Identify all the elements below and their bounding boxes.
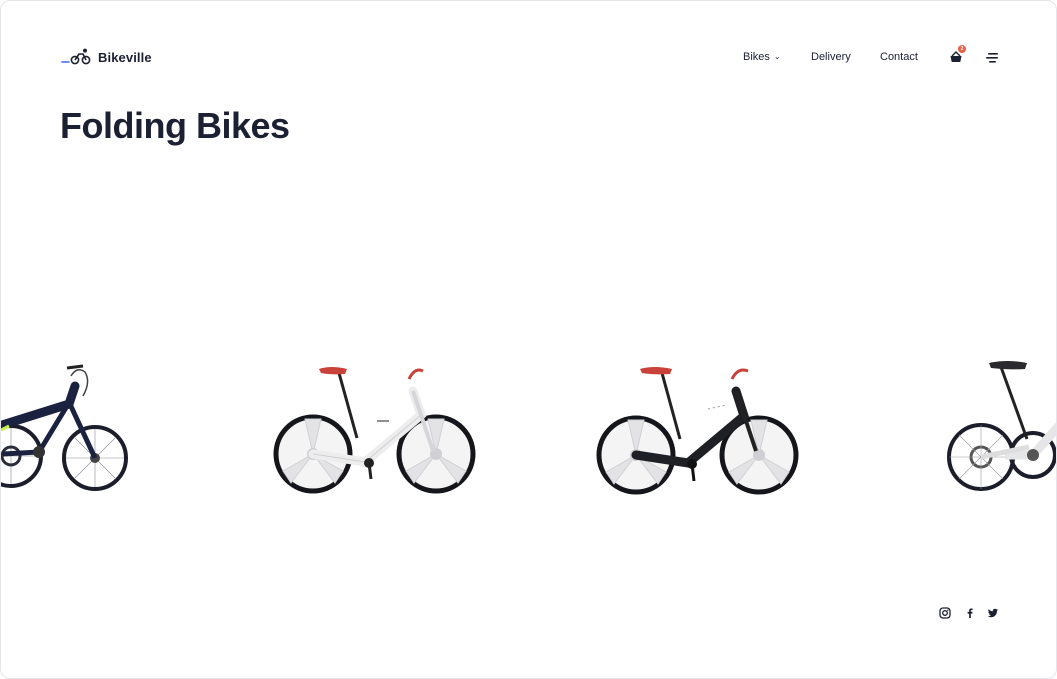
bike-image (273, 367, 476, 494)
instagram-icon (939, 607, 951, 619)
menu-button[interactable] (986, 51, 1000, 63)
bike-card-2[interactable] (273, 363, 479, 497)
cart-button[interactable]: 2 (949, 45, 966, 64)
bike-card-3[interactable] (596, 363, 802, 497)
nav-item-label: Bikes (743, 51, 770, 63)
cart-badge: 2 (958, 45, 966, 53)
page-frame: Bikeville Bikes ⌄ Delivery Contact 2 Fold… (0, 0, 1057, 679)
bike-card-4[interactable] (945, 359, 1056, 495)
bike-image (596, 367, 799, 495)
instagram-link[interactable] (939, 607, 953, 621)
nav-item-contact[interactable]: Contact (880, 49, 918, 65)
facebook-icon (967, 608, 973, 618)
twitter-icon (987, 608, 998, 618)
main-nav: Bikes ⌄ Delivery Contact (1, 49, 1056, 67)
menu-icon (986, 53, 998, 63)
bike-image (947, 361, 1056, 491)
bike-image (1, 364, 128, 491)
twitter-link[interactable] (987, 607, 1001, 621)
chevron-down-icon: ⌄ (773, 52, 781, 61)
nav-item-delivery[interactable]: Delivery (811, 49, 851, 65)
facebook-link[interactable] (964, 607, 978, 621)
nav-item-bikes[interactable]: Bikes ⌄ (743, 49, 781, 65)
page-title: Folding Bikes (60, 105, 290, 146)
bike-card-1[interactable] (1, 356, 139, 496)
